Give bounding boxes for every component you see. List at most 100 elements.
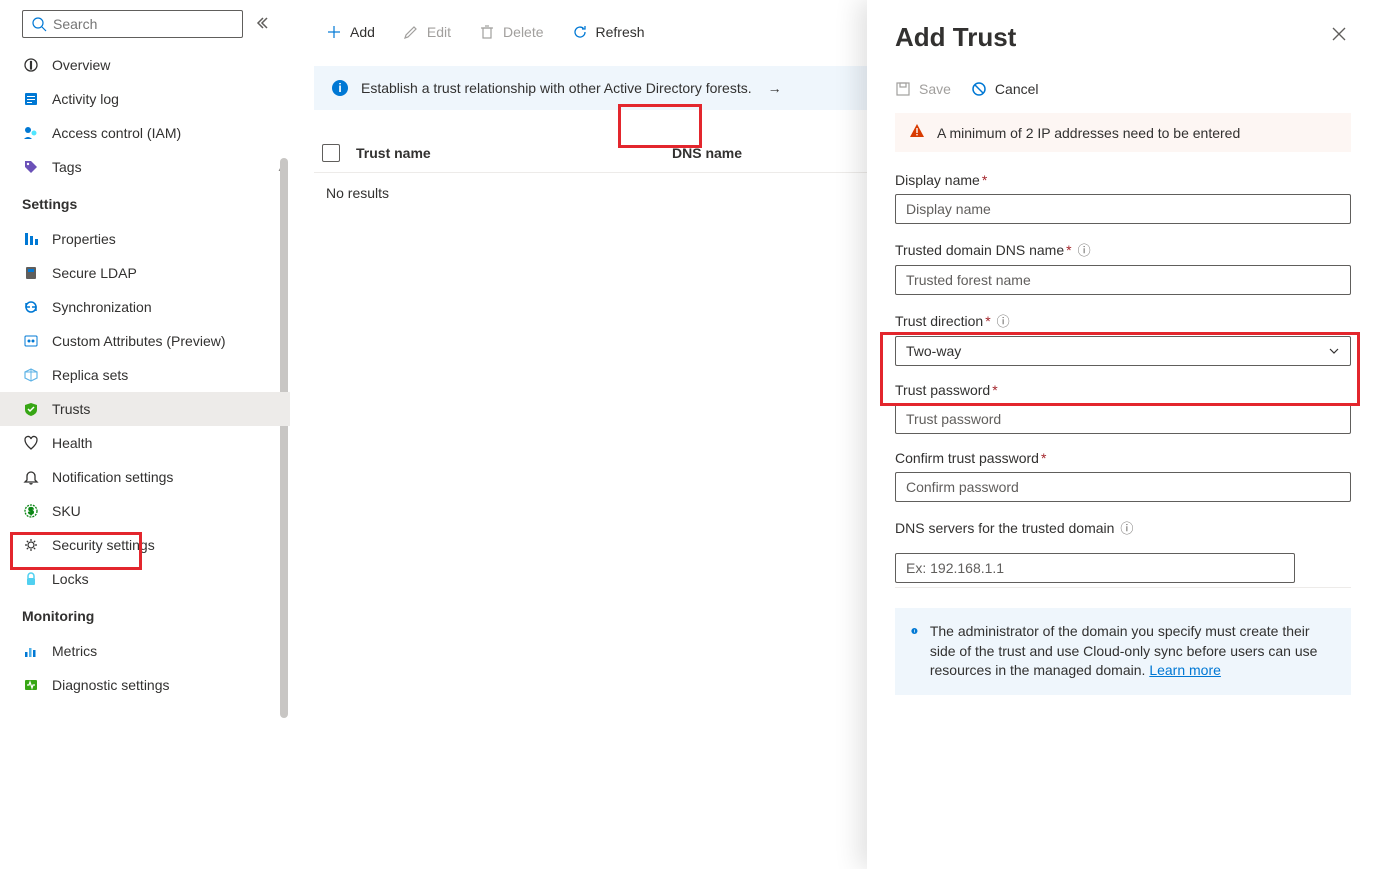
info-text: Establish a trust relationship with othe…: [361, 80, 752, 96]
trust-direction-select[interactable]: Two-way: [895, 336, 1351, 366]
health-icon: [22, 434, 40, 452]
sidebar-item-sku[interactable]: $SKU: [0, 494, 290, 528]
sidebar-item-activity-log[interactable]: Activity log: [0, 82, 290, 116]
delete-button: Delete: [467, 18, 555, 46]
custom-icon: [22, 332, 40, 350]
security-icon: [22, 536, 40, 554]
locks-icon: [22, 570, 40, 588]
col-trust-name[interactable]: Trust name: [356, 145, 656, 161]
sidebar-item-replica-sets[interactable]: Replica sets: [0, 358, 290, 392]
display-name-input[interactable]: [895, 194, 1351, 224]
confirm-password-input[interactable]: [895, 472, 1351, 502]
search-input[interactable]: [53, 16, 234, 32]
trust-direction-value: Two-way: [906, 343, 961, 359]
cancel-button[interactable]: Cancel: [971, 81, 1039, 97]
collapse-sidebar-button[interactable]: [251, 12, 273, 37]
sidebar-item-synchronization[interactable]: Synchronization: [0, 290, 290, 324]
iam-icon: [22, 124, 40, 142]
sidebar-item-label: Custom Attributes (Preview): [52, 333, 226, 349]
save-button: Save: [895, 81, 951, 97]
select-all-checkbox[interactable]: [322, 144, 340, 162]
info-icon[interactable]: ⓘ: [1120, 518, 1133, 537]
col-dns-name[interactable]: DNS name: [672, 145, 742, 161]
section-settings: Settings: [0, 184, 290, 218]
sidebar-item-label: Activity log: [52, 91, 119, 107]
ldap-icon: [22, 264, 40, 282]
close-button[interactable]: [1327, 22, 1351, 49]
info-icon[interactable]: ⓘ: [1078, 240, 1091, 259]
metrics-icon: [22, 642, 40, 660]
trust-password-input[interactable]: [895, 404, 1351, 434]
sidebar-item-security-settings[interactable]: Security settings: [0, 528, 290, 562]
sidebar-item-metrics[interactable]: Metrics: [0, 634, 290, 668]
sidebar-item-access-control-iam-[interactable]: Access control (IAM): [0, 116, 290, 150]
save-icon: [895, 81, 911, 97]
sidebar-item-overview[interactable]: i Overview: [0, 48, 290, 82]
sidebar-item-notification-settings[interactable]: Notification settings: [0, 460, 290, 494]
learn-more-link[interactable]: Learn more: [1149, 662, 1221, 678]
diagnostic-icon: [22, 676, 40, 694]
sidebar-item-health[interactable]: Health: [0, 426, 290, 460]
sidebar-item-label: Properties: [52, 231, 116, 247]
sidebar-item-properties[interactable]: Properties: [0, 222, 290, 256]
sidebar-item-tags[interactable]: Tags: [0, 150, 290, 184]
info-icon: i: [911, 622, 918, 640]
sidebar-item-label: Secure LDAP: [52, 265, 137, 281]
search-icon: [31, 16, 47, 32]
edit-button: Edit: [391, 18, 463, 46]
section-monitoring: Monitoring: [0, 596, 290, 630]
sidebar-item-label: Overview: [52, 57, 110, 73]
svg-text:i: i: [30, 61, 32, 72]
sidebar-item-label: Replica sets: [52, 367, 128, 383]
sidebar-item-label: Access control (IAM): [52, 125, 181, 141]
dns-name-input[interactable]: [895, 265, 1351, 295]
info-box-text: The administrator of the domain you spec…: [930, 623, 1318, 678]
trusts-icon: [22, 400, 40, 418]
sidebar-item-label: Health: [52, 435, 92, 451]
warning-icon: [909, 123, 925, 142]
refresh-label: Refresh: [596, 24, 645, 40]
sidebar-item-label: Tags: [52, 159, 82, 175]
svg-text:i: i: [914, 629, 915, 634]
sidebar-item-label: Metrics: [52, 643, 97, 659]
sidebar-item-custom-attributes-preview-[interactable]: Custom Attributes (Preview): [0, 324, 290, 358]
cancel-icon: [971, 81, 987, 97]
sync-icon: [22, 298, 40, 316]
display-name-label: Display name*: [895, 172, 1351, 188]
info-icon: i: [331, 79, 349, 97]
properties-icon: [22, 230, 40, 248]
sidebar-item-diagnostic-settings[interactable]: Diagnostic settings: [0, 668, 290, 702]
dns-servers-input[interactable]: [895, 553, 1295, 583]
add-button[interactable]: Add: [314, 18, 387, 46]
panel-title: Add Trust: [895, 22, 1016, 53]
dns-name-label: Trusted domain DNS name*ⓘ: [895, 240, 1351, 259]
cancel-label: Cancel: [995, 81, 1039, 97]
sidebar: ▲ iOverviewActivity logAccess control (I…: [0, 0, 290, 869]
sidebar-item-label: Trusts: [52, 401, 90, 417]
alert-bar: A minimum of 2 IP addresses need to be e…: [895, 113, 1351, 152]
notify-icon: [22, 468, 40, 486]
add-label: Add: [350, 24, 375, 40]
sidebar-item-locks[interactable]: Locks: [0, 562, 290, 596]
tags-icon: [22, 158, 40, 176]
info-icon[interactable]: ⓘ: [997, 311, 1010, 330]
sidebar-item-trusts[interactable]: Trusts: [0, 392, 290, 426]
info-box: i The administrator of the domain you sp…: [895, 608, 1351, 695]
sidebar-item-label: Locks: [52, 571, 89, 587]
sidebar-search[interactable]: [22, 10, 243, 38]
svg-text:i: i: [338, 81, 341, 95]
replica-icon: [22, 366, 40, 384]
trust-direction-label: Trust direction*ⓘ: [895, 311, 1351, 330]
sidebar-item-label: Diagnostic settings: [52, 677, 170, 693]
info-arrow[interactable]: →: [768, 80, 782, 96]
dns-servers-label: DNS servers for the trusted domainⓘ: [895, 518, 1351, 537]
overview-icon: i: [22, 56, 40, 74]
alert-text: A minimum of 2 IP addresses need to be e…: [937, 125, 1240, 141]
svg-text:$: $: [28, 506, 33, 516]
sidebar-item-secure-ldap[interactable]: Secure LDAP: [0, 256, 290, 290]
save-label: Save: [919, 81, 951, 97]
edit-label: Edit: [427, 24, 451, 40]
refresh-button[interactable]: Refresh: [560, 18, 657, 46]
sidebar-item-label: Security settings: [52, 537, 155, 553]
confirm-password-label: Confirm trust password*: [895, 450, 1351, 466]
